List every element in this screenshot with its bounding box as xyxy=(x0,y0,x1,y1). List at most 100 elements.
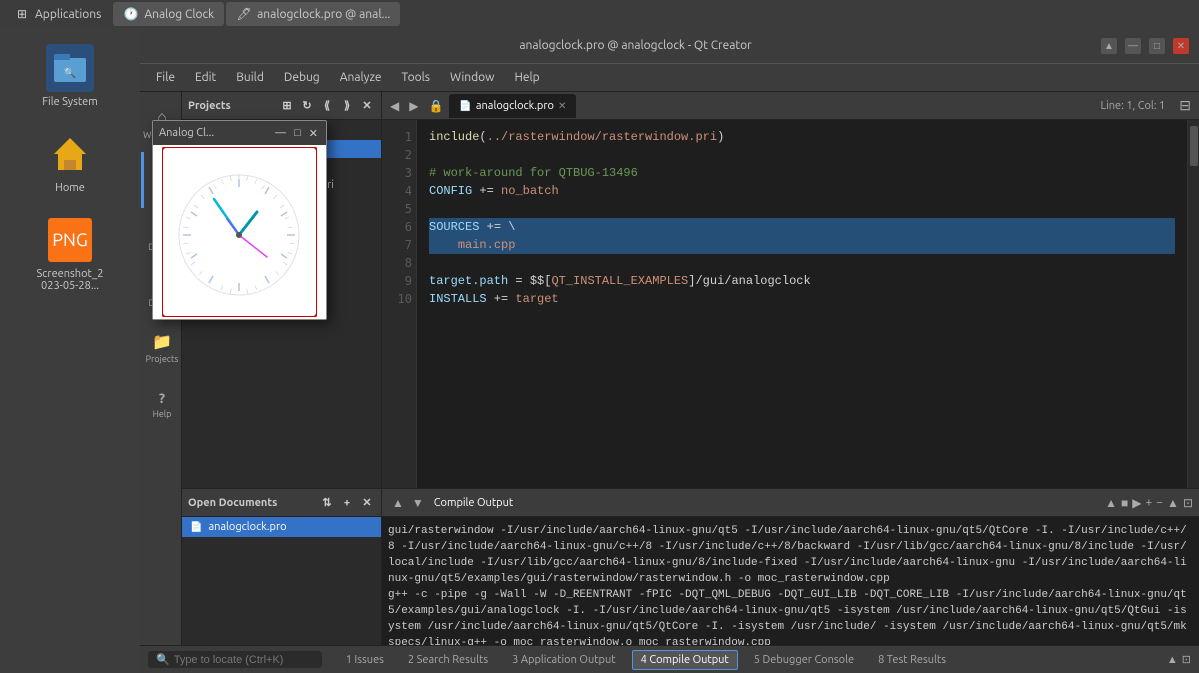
taskbar-qtcreator[interactable]: 🖊 analogclock.pro @ anal... xyxy=(226,2,400,26)
project-panel-icons: ⊞ ↻ ⟪ ⟫ ✕ xyxy=(279,98,375,114)
desktop-icon-home[interactable]: Home xyxy=(25,124,115,200)
menu-tools[interactable]: Tools xyxy=(394,68,439,87)
line-numbers: 1 2 3 4 5 6 7 8 9 10 xyxy=(382,120,417,488)
tool-help[interactable]: ? Help xyxy=(141,376,181,432)
editor-content[interactable]: include(../rasterwindow/rasterwindow.pri… xyxy=(417,120,1187,488)
desktop-icon-screenshot[interactable]: PNG Screenshot_2023-05-28... xyxy=(25,210,115,298)
status-right-controls: ▲ ⊡ xyxy=(1167,653,1191,666)
taskbar-clock-label: Analog Clock xyxy=(144,8,214,21)
status-tab-test[interactable]: 8 Test Results xyxy=(870,651,954,669)
sort-docs-icon[interactable]: ⇅ xyxy=(319,495,335,511)
menu-analyze[interactable]: Analyze xyxy=(332,68,390,87)
desktop-icon-filesystem[interactable]: 🔍 File System xyxy=(25,38,115,114)
menu-help[interactable]: Help xyxy=(506,68,547,87)
restore-button[interactable]: □ xyxy=(1149,38,1165,54)
compile-nav-up[interactable]: ▲ xyxy=(388,496,408,510)
compile-play-icon[interactable]: ▶ xyxy=(1132,496,1141,510)
clock-maximize[interactable]: □ xyxy=(292,127,303,140)
clock-close[interactable]: ✕ xyxy=(307,127,320,140)
collapse-icon[interactable]: ⟪ xyxy=(319,98,335,114)
menu-build[interactable]: Build xyxy=(228,68,272,87)
compile-add-icon[interactable]: + xyxy=(1145,496,1152,509)
home-icon xyxy=(46,130,94,178)
menu-bar: File Edit Build Debug Analyze Tools Wind… xyxy=(140,64,1199,92)
taskbar-applications[interactable]: ⊞ Applications xyxy=(4,2,111,26)
search-magnifier-icon: 🔍 xyxy=(156,653,170,666)
tab-file-icon: 📄 xyxy=(459,100,471,112)
tool-projects[interactable]: 📁 Projects xyxy=(141,320,181,376)
compile-nav-down[interactable]: ▼ xyxy=(408,496,428,510)
filter-icon[interactable]: ⊞ xyxy=(279,98,295,114)
taskbar: ⊞ Applications 🕐 Analog Clock 🖊 analogcl… xyxy=(0,0,1199,28)
project-panel-header: Projects ⊞ ↻ ⟪ ⟫ ✕ xyxy=(182,92,381,120)
status-tab-app-output[interactable]: 3 Application Output xyxy=(504,651,623,669)
filesystem-label: File System xyxy=(42,96,98,108)
tab-close-icon[interactable]: ✕ xyxy=(558,100,566,112)
menu-file[interactable]: File xyxy=(148,68,183,87)
add-doc-icon[interactable]: + xyxy=(339,495,355,511)
status-search-box[interactable]: 🔍 xyxy=(148,651,322,668)
desktop-sidebar: 🔍 File System Home PNG Screenshot_2023-0… xyxy=(0,28,140,673)
status-tab-issues[interactable]: 1 Issues xyxy=(338,651,392,669)
taskbar-qtcreator-label: analogclock.pro @ anal... xyxy=(257,8,390,21)
lock-icon: 🔒 xyxy=(424,99,447,113)
open-doc-label: analogclock.pro xyxy=(208,521,286,533)
minimize-button[interactable]: ▲ xyxy=(1101,38,1117,54)
status-tab-compile-label: 4 Compile Output xyxy=(641,654,729,666)
compile-collapse-icon[interactable]: ▲ xyxy=(1167,496,1179,510)
close-doc-panel-icon[interactable]: ✕ xyxy=(359,495,375,511)
status-search-input[interactable] xyxy=(174,654,314,666)
open-docs-icons: ⇅ + ✕ xyxy=(319,495,375,511)
compile-up-icon[interactable]: ▲ xyxy=(1105,496,1117,510)
expand-icon[interactable]: ⟫ xyxy=(339,98,355,114)
status-up-icon[interactable]: ▲ xyxy=(1167,654,1178,666)
status-bar: 🔍 1 Issues 2 Search Results 3 Applicatio… xyxy=(140,645,1199,673)
code-line-10: INSTALLS += target xyxy=(429,290,1175,308)
editor-gutter: 1 2 3 4 5 6 7 8 9 10 include(../ra xyxy=(382,120,1199,488)
open-doc-item-analogclock-pro[interactable]: 📄 analogclock.pro xyxy=(182,517,381,537)
doc-file-icon: 📄 xyxy=(190,521,202,533)
taskbar-analog-clock[interactable]: 🕐 Analog Clock xyxy=(113,2,224,26)
split-editor-icon[interactable]: ⊟ xyxy=(1175,97,1195,114)
clock-minimize[interactable]: — xyxy=(273,127,288,140)
menu-window[interactable]: Window xyxy=(442,68,502,87)
qtcreator-icon: 🖊 xyxy=(236,6,252,22)
nav-back-icon[interactable]: ◀ xyxy=(386,99,403,113)
status-tab-search-label: 2 Search Results xyxy=(408,654,488,666)
svg-text:PNG: PNG xyxy=(52,230,88,250)
editor-scrollbar[interactable] xyxy=(1187,120,1199,488)
compile-toolbar: ▲ ■ ▶ + − ▲ ⊡ xyxy=(1105,496,1193,510)
code-line-2 xyxy=(429,146,1175,164)
analog-clock-popup: Analog Cl... — □ ✕ xyxy=(152,120,327,320)
clock-title-bar: Analog Cl... — □ ✕ xyxy=(153,121,326,145)
compile-minus-icon[interactable]: − xyxy=(1156,496,1163,509)
top-section: Projects ⊞ ↻ ⟪ ⟫ ✕ ▼ xyxy=(182,92,1199,488)
compile-expand-icon[interactable]: ⊡ xyxy=(1183,496,1193,510)
scroll-thumb[interactable] xyxy=(1190,126,1198,166)
nav-forward-icon[interactable]: ▶ xyxy=(405,99,422,113)
compile-line-1: gui/rasterwindow -I/usr/include/aarch64-… xyxy=(388,523,1193,587)
code-line-4: CONFIG += no_batch xyxy=(429,182,1175,200)
maximize-button[interactable]: — xyxy=(1125,38,1141,54)
status-tab-compile[interactable]: 4 Compile Output xyxy=(632,650,738,670)
status-tab-test-label: 8 Test Results xyxy=(878,654,946,666)
editor-area: ◀ ▶ 🔒 📄 analogclock.pro ✕ Line: 1, Col: … xyxy=(382,92,1199,488)
screenshot-icon: PNG xyxy=(46,216,94,264)
open-docs-title: Open Documents xyxy=(188,497,277,509)
status-tab-debugger[interactable]: 5 Debugger Console xyxy=(746,651,862,669)
status-expand-icon[interactable]: ⊡ xyxy=(1182,653,1191,666)
editor-tabs-bar: ◀ ▶ 🔒 📄 analogclock.pro ✕ Line: 1, Col: … xyxy=(382,92,1199,120)
close-button[interactable]: ✕ xyxy=(1173,38,1189,54)
tool-help-label: Help xyxy=(153,409,172,419)
menu-debug[interactable]: Debug xyxy=(276,68,328,87)
compile-stop-icon[interactable]: ■ xyxy=(1121,496,1128,510)
editor-tab-analogclock-pro[interactable]: 📄 analogclock.pro ✕ xyxy=(449,94,576,118)
help-icon: ? xyxy=(159,390,165,406)
code-line-1: include(../rasterwindow/rasterwindow.pri… xyxy=(429,128,1175,146)
home-label: Home xyxy=(55,182,85,194)
close-panel-icon[interactable]: ✕ xyxy=(359,98,375,114)
menu-edit[interactable]: Edit xyxy=(187,68,224,87)
status-tab-search[interactable]: 2 Search Results xyxy=(400,651,496,669)
status-tab-issues-label: 1 Issues xyxy=(346,654,384,666)
sync-icon[interactable]: ↻ xyxy=(299,98,315,114)
